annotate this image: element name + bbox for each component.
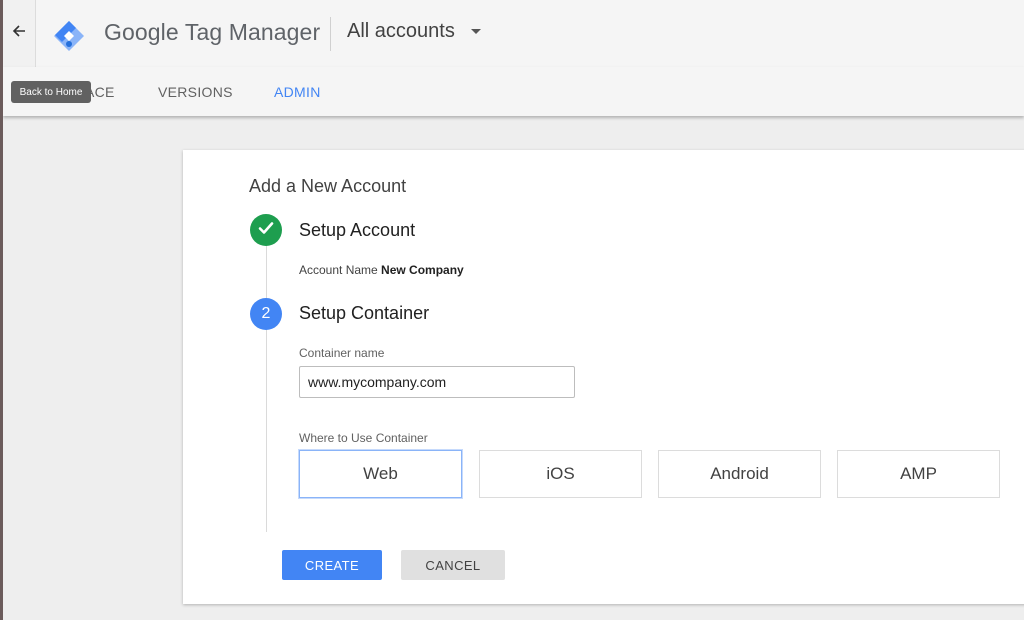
step-complete-badge bbox=[250, 214, 282, 246]
where-to-use-label: Where to Use Container bbox=[299, 431, 428, 445]
platform-web-option[interactable]: Web bbox=[299, 450, 462, 498]
account-name-label: Account Name bbox=[299, 263, 378, 277]
step2-number-badge: 2 bbox=[250, 298, 282, 330]
container-name-input[interactable] bbox=[299, 366, 575, 398]
app-window: Google Tag Manager All accounts ACE VERS… bbox=[3, 0, 1024, 620]
page-title: Add a New Account bbox=[249, 176, 407, 196]
create-button[interactable]: CREATE bbox=[282, 550, 382, 580]
back-arrow-icon bbox=[12, 24, 26, 43]
brand-google: Google bbox=[104, 19, 179, 45]
caret-down-icon bbox=[470, 29, 481, 34]
new-account-card: Add a New Account Setup Account Account … bbox=[183, 150, 1024, 604]
tab-admin[interactable]: ADMIN bbox=[274, 84, 321, 100]
product-name: Google Tag Manager bbox=[104, 19, 320, 46]
brand-product: Tag Manager bbox=[184, 19, 321, 45]
platform-ios-option[interactable]: iOS bbox=[479, 450, 642, 498]
cancel-button[interactable]: CANCEL bbox=[401, 550, 505, 580]
container-name-label: Container name bbox=[299, 346, 385, 360]
account-name-summary: Account Name New Company bbox=[299, 263, 464, 277]
gtm-logo-icon[interactable] bbox=[53, 20, 85, 52]
account-switcher-label: All accounts bbox=[347, 20, 455, 42]
account-switcher[interactable]: All accounts bbox=[347, 20, 481, 43]
checkmark-icon bbox=[257, 219, 275, 242]
account-name-value: New Company bbox=[381, 263, 464, 277]
tab-versions[interactable]: VERSIONS bbox=[158, 84, 233, 100]
step2-title: Setup Container bbox=[299, 303, 430, 323]
back-tooltip: Back to Home bbox=[11, 81, 91, 103]
platform-amp-option[interactable]: AMP bbox=[837, 450, 1000, 498]
step1-title: Setup Account bbox=[299, 220, 416, 240]
back-button[interactable] bbox=[3, 0, 36, 67]
platform-android-option[interactable]: Android bbox=[658, 450, 821, 498]
tab-bar: ACE VERSIONS ADMIN bbox=[3, 67, 1024, 116]
header-divider bbox=[330, 17, 331, 51]
top-bar: Google Tag Manager All accounts bbox=[3, 0, 1024, 68]
stepper-line bbox=[266, 232, 267, 532]
